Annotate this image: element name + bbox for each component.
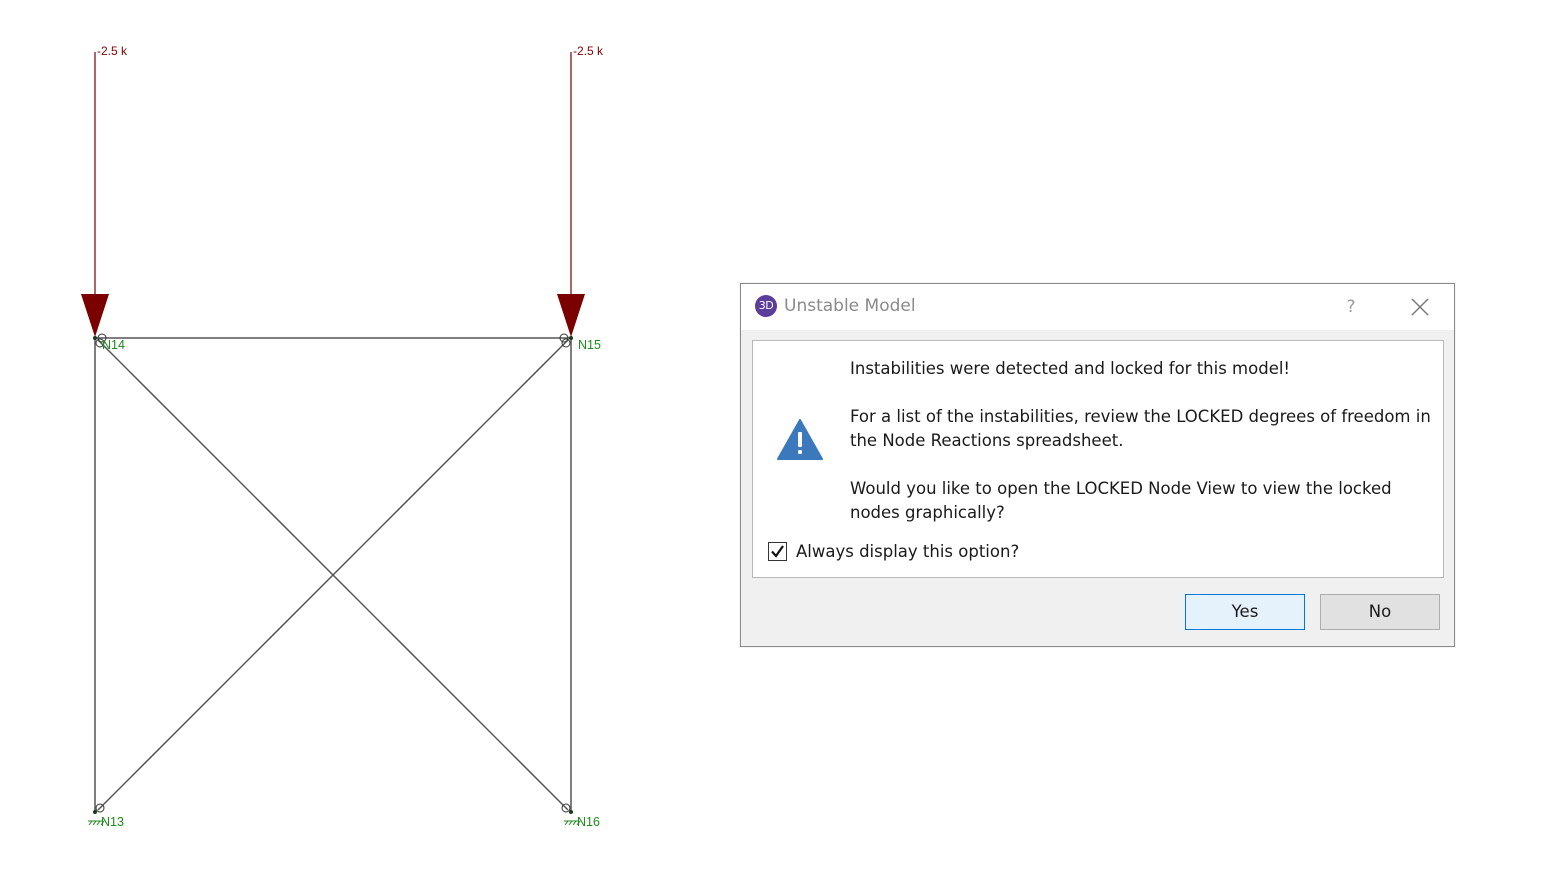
message-text-1: Instabilities were detected and locked f… — [850, 359, 1291, 378]
dialog-title: Unstable Model — [784, 296, 916, 316]
load-arrowhead-icon — [557, 294, 585, 337]
model-view: -2.5 k -2.5 k N14 N15 N13 N16 — [81, 44, 604, 829]
close-button[interactable] — [1405, 292, 1435, 322]
message-text-3: Would you like to open the LOCKED Node V… — [850, 479, 1392, 522]
node-n14[interactable] — [93, 336, 97, 340]
checkmark-icon — [771, 544, 784, 558]
unstable-model-dialog: 3D Unstable Model ? Instabilities were d… — [740, 283, 1455, 647]
node-label-n13: N13 — [101, 815, 124, 829]
node-label-n16: N16 — [577, 815, 600, 829]
yes-button[interactable]: Yes — [1185, 594, 1305, 630]
checkbox-label: Always display this option? — [796, 541, 1020, 561]
members — [94, 337, 572, 812]
message-text-2: For a list of the instabilities, review … — [850, 407, 1431, 450]
app-logo-icon: 3D — [755, 295, 777, 317]
always-display-option[interactable]: Always display this option? — [768, 540, 1019, 562]
load-arrowhead-icon — [81, 294, 109, 337]
message-panel: Instabilities were detected and locked f… — [752, 340, 1444, 578]
dialog-titlebar[interactable]: 3D Unstable Model ? — [741, 284, 1454, 330]
screen: -2.5 k -2.5 k N14 N15 N13 N16 3D Unstabl… — [0, 0, 1557, 879]
node-n16[interactable] — [569, 810, 573, 814]
load-arrow-n15: -2.5 k — [557, 44, 604, 337]
node-labels: N14 N15 N13 N16 — [101, 338, 601, 829]
node-label-n14: N14 — [102, 338, 125, 352]
no-button[interactable]: No — [1320, 594, 1440, 630]
load-label-n14: -2.5 k — [97, 44, 128, 58]
warning-icon — [777, 419, 823, 460]
node-label-n15: N15 — [578, 338, 601, 352]
node-n15[interactable] — [569, 336, 573, 340]
load-arrow-n14: -2.5 k — [81, 44, 128, 337]
node-n13[interactable] — [93, 810, 97, 814]
close-icon — [1411, 298, 1429, 316]
load-label-n15: -2.5 k — [573, 44, 604, 58]
always-display-checkbox[interactable] — [768, 541, 787, 561]
help-button[interactable]: ? — [1337, 292, 1365, 322]
